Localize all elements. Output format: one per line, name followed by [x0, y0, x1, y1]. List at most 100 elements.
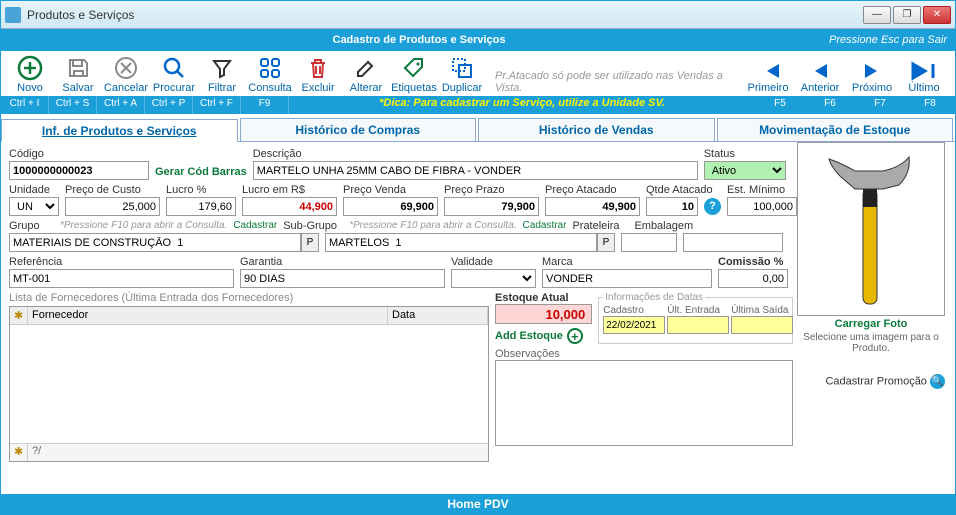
- cancel-icon: [112, 55, 140, 81]
- obs-textarea[interactable]: [495, 360, 793, 446]
- label-lucrors: Lucro em R$: [242, 184, 337, 196]
- shortcut-f9: F9: [241, 96, 289, 114]
- tag-icon: [400, 55, 428, 81]
- data-ultentrada-input[interactable]: [667, 316, 729, 334]
- label-qtdeatacado: Qtde Atacado: [646, 184, 698, 196]
- duplicar-button[interactable]: Duplicar: [439, 55, 485, 94]
- comissao-input[interactable]: [718, 269, 788, 288]
- label-marca: Marca: [542, 256, 712, 268]
- cancelar-button[interactable]: Cancelar: [103, 55, 149, 94]
- marca-input[interactable]: [542, 269, 712, 288]
- label-pvenda: Preço Venda: [343, 184, 438, 196]
- tab-info[interactable]: Inf. de Produtos e Serviços: [1, 119, 238, 142]
- shortcut-procurar: Ctrl + P: [145, 96, 193, 114]
- primeiro-button[interactable]: Primeiro: [743, 60, 793, 94]
- tab-compras[interactable]: Histórico de Compras: [240, 118, 477, 141]
- first-icon: [753, 60, 783, 82]
- shortcut-filtrar: Ctrl + F: [193, 96, 241, 114]
- ultimo-button[interactable]: Último: [899, 60, 949, 94]
- help-icon[interactable]: ?: [704, 198, 721, 215]
- anterior-button[interactable]: Anterior: [795, 60, 845, 94]
- novo-button[interactable]: Novo: [7, 55, 53, 94]
- tab-vendas[interactable]: Histórico de Vendas: [478, 118, 715, 141]
- codigo-input[interactable]: [9, 161, 149, 180]
- referencia-input[interactable]: [9, 269, 234, 288]
- label-prateleira: Prateleira: [572, 220, 628, 232]
- label-descricao: Descrição: [253, 148, 698, 160]
- label-cadastro: Cadastro: [603, 305, 665, 316]
- copy-icon: [448, 55, 476, 81]
- tab-estoque[interactable]: Movimentação de Estoque: [717, 118, 954, 141]
- status-select[interactable]: Ativo: [704, 161, 786, 180]
- data-ultsaida-input[interactable]: [731, 316, 793, 334]
- search-icon: [160, 55, 188, 81]
- add-estoque-button[interactable]: Add Estoque +: [495, 328, 592, 344]
- embalagem-input[interactable]: [683, 233, 783, 252]
- lucropct-input[interactable]: [166, 197, 236, 216]
- label-pprazo: Preço Prazo: [444, 184, 539, 196]
- star-column[interactable]: ✱: [10, 307, 28, 324]
- proximo-button[interactable]: Próximo: [847, 60, 897, 94]
- filtrar-button[interactable]: Filtrar: [199, 55, 245, 94]
- label-comissao: Comissão %: [718, 256, 788, 268]
- cadastrar-promocao-button[interactable]: Cadastrar Promoção 🔍: [797, 374, 945, 389]
- salvar-button[interactable]: Salvar: [55, 55, 101, 94]
- photo-panel: Carregar Foto Selecione uma imagem para …: [797, 142, 945, 389]
- shortcut-f5: F5: [755, 96, 805, 114]
- product-photo: [797, 142, 945, 316]
- data-cadastro-input[interactable]: [603, 316, 665, 334]
- grid-icon: [256, 55, 284, 81]
- footer-count: ?/: [28, 444, 45, 461]
- shortcut-bar: Ctrl + I Ctrl + S Ctrl + A Ctrl + P Ctrl…: [1, 96, 955, 114]
- label-referencia: Referência: [9, 256, 234, 268]
- label-grupo: Grupo: [9, 220, 54, 232]
- photo-hint: Selecione uma imagem para o Produto.: [797, 332, 945, 354]
- fornecedor-column[interactable]: Fornecedor: [28, 307, 388, 324]
- carregar-foto-button[interactable]: Carregar Foto: [797, 318, 945, 330]
- minimize-button[interactable]: —: [863, 6, 891, 24]
- qtdeatacado-input[interactable]: [646, 197, 698, 216]
- estmin-input[interactable]: [727, 197, 797, 216]
- label-ultentrada: Últ. Entrada: [667, 305, 729, 316]
- label-unidade: Unidade: [9, 184, 59, 196]
- page-title: Cadastro de Produtos e Serviços: [9, 34, 829, 46]
- etiquetas-button[interactable]: Etiquetas: [391, 55, 437, 94]
- procurar-button[interactable]: Procurar: [151, 55, 197, 94]
- grupo-lookup-button[interactable]: P: [301, 233, 319, 252]
- form-area: Código Gerar Cód Barras Descrição Status…: [1, 142, 955, 472]
- excluir-button[interactable]: Excluir: [295, 55, 341, 94]
- subgrupo-lookup-button[interactable]: P: [597, 233, 615, 252]
- shortcut-novo: Ctrl + I: [1, 96, 49, 114]
- alterar-button[interactable]: Alterar: [343, 55, 389, 94]
- prateleira-input[interactable]: [621, 233, 677, 252]
- patacado-input[interactable]: [545, 197, 640, 216]
- pvenda-input[interactable]: [343, 197, 438, 216]
- cadastrar-grupo-link[interactable]: Cadastrar: [233, 220, 277, 233]
- close-button[interactable]: ✕: [923, 6, 951, 24]
- label-status: Status: [704, 148, 786, 160]
- maximize-button[interactable]: ❐: [893, 6, 921, 24]
- garantia-input[interactable]: [240, 269, 445, 288]
- subgrupo-input[interactable]: [325, 233, 597, 252]
- label-embalagem: Embalagem: [634, 220, 699, 232]
- consulta-button[interactable]: Consulta: [247, 55, 293, 94]
- label-obs: Observações: [495, 348, 793, 360]
- pprazo-input[interactable]: [444, 197, 539, 216]
- lucrors-input[interactable]: [242, 197, 337, 216]
- save-icon: [64, 55, 92, 81]
- grupo-input[interactable]: [9, 233, 301, 252]
- pcusto-input[interactable]: [65, 197, 160, 216]
- validade-select[interactable]: [451, 269, 536, 288]
- unidade-select[interactable]: UN: [9, 197, 59, 216]
- shortcut-cancelar: Ctrl + A: [97, 96, 145, 114]
- label-validade: Validade: [451, 256, 536, 268]
- gerar-codbarras-link[interactable]: Gerar Cód Barras: [155, 166, 247, 180]
- label-lucropct: Lucro %: [166, 184, 236, 196]
- suppliers-body[interactable]: [10, 325, 488, 443]
- cadastrar-subgrupo-link[interactable]: Cadastrar: [523, 220, 567, 233]
- descricao-input[interactable]: [253, 161, 698, 180]
- shortcut-salvar: Ctrl + S: [49, 96, 97, 114]
- label-listaforn: Lista de Fornecedores (Última Entrada do…: [9, 292, 489, 304]
- shortcut-f7: F7: [855, 96, 905, 114]
- data-column[interactable]: Data: [388, 307, 488, 324]
